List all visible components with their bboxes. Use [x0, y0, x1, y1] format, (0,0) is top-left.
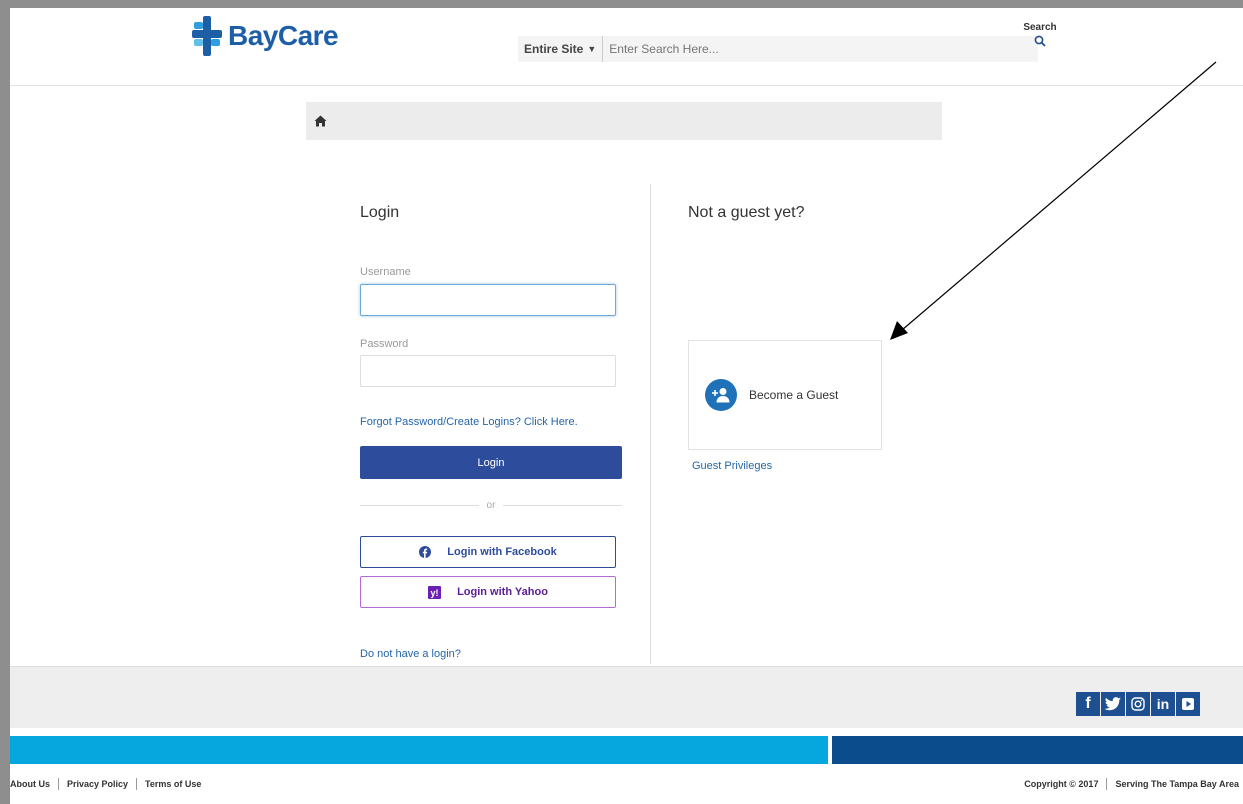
- become-guest-card[interactable]: Become a Guest: [688, 340, 882, 450]
- tagline-text: Serving The Tampa Bay Area: [1115, 779, 1239, 789]
- footer-links: About Us Privacy Policy Terms of Use: [10, 778, 209, 790]
- guest-privileges-link[interactable]: Guest Privileges: [692, 460, 772, 472]
- caret-down-icon: ▼: [587, 44, 597, 54]
- search-button[interactable]: Search: [1020, 22, 1060, 52]
- search-input[interactable]: [603, 36, 1038, 62]
- login-yahoo-button[interactable]: y! Login with Yahoo: [360, 576, 616, 608]
- separator-line: [360, 505, 479, 506]
- facebook-button-label: Login with Facebook: [447, 546, 557, 558]
- or-separator: or: [360, 500, 622, 511]
- username-label: Username: [360, 266, 411, 278]
- search-bar: Entire Site ▼: [518, 36, 1038, 62]
- breadcrumb: [306, 102, 942, 140]
- password-input[interactable]: [360, 355, 616, 387]
- footer-band-dark: [832, 736, 1243, 764]
- footer-top: [10, 666, 1243, 728]
- social-icons: f in: [1076, 692, 1200, 716]
- baycare-logo[interactable]: BayCare: [190, 16, 339, 56]
- or-text: or: [486, 500, 496, 511]
- about-us-link[interactable]: About Us: [10, 778, 59, 790]
- login-title: Login: [360, 204, 400, 221]
- svg-text:y!: y!: [431, 588, 439, 598]
- separator-line: [503, 505, 622, 506]
- forgot-password-link[interactable]: Forgot Password/Create Logins? Click Her…: [360, 416, 578, 428]
- search-scope-dropdown[interactable]: Entire Site ▼: [518, 36, 604, 62]
- login-button[interactable]: Login: [360, 446, 622, 479]
- search-label: Search: [1023, 22, 1057, 33]
- become-guest-label: Become a Guest: [749, 388, 839, 402]
- copyright-text: Copyright © 2017: [1016, 778, 1108, 790]
- footer-right: Copyright © 2017 Serving The Tampa Bay A…: [1016, 778, 1239, 790]
- add-user-icon: [705, 379, 737, 411]
- terms-of-use-link[interactable]: Terms of Use: [137, 778, 209, 790]
- linkedin-icon[interactable]: in: [1151, 692, 1175, 716]
- site-header: BayCare Entire Site ▼ Search: [10, 8, 1243, 86]
- footer-band-light: [10, 736, 828, 764]
- privacy-policy-link[interactable]: Privacy Policy: [59, 778, 138, 790]
- search-icon: [1034, 35, 1046, 47]
- home-icon[interactable]: [314, 115, 327, 127]
- brand-name: BayCare: [228, 20, 339, 51]
- facebook-icon: [419, 546, 432, 558]
- password-label: Password: [360, 338, 409, 350]
- search-scope-label: Entire Site: [524, 42, 584, 56]
- yahoo-icon: y!: [428, 585, 442, 599]
- no-login-link[interactable]: Do not have a login?: [360, 648, 461, 660]
- yahoo-button-label: Login with Yahoo: [457, 586, 548, 598]
- facebook-icon[interactable]: f: [1076, 692, 1100, 716]
- username-input[interactable]: [360, 284, 616, 316]
- login-facebook-button[interactable]: Login with Facebook: [360, 536, 616, 568]
- instagram-icon[interactable]: [1126, 692, 1150, 716]
- youtube-icon[interactable]: [1176, 692, 1200, 716]
- column-divider: [650, 184, 651, 664]
- baycare-cross-icon: [192, 16, 222, 56]
- page: BayCare Entire Site ▼ Search Login Usern…: [10, 8, 1243, 804]
- twitter-icon[interactable]: [1101, 692, 1125, 716]
- guest-title: Not a guest yet?: [688, 204, 805, 221]
